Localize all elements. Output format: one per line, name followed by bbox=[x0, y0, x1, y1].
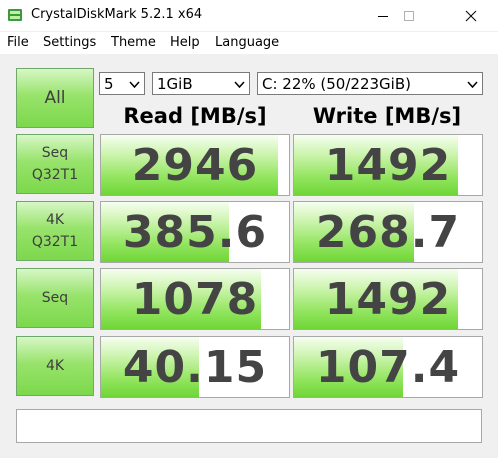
seq-label: Seq bbox=[41, 290, 69, 306]
title-bar: CrystalDiskMark 5.2.1 x64 bbox=[0, 0, 498, 31]
seq-q32t1-button[interactable]: Seq Q32T1 bbox=[16, 134, 94, 194]
menu-language[interactable]: Language bbox=[215, 35, 279, 50]
maximize-button[interactable] bbox=[386, 0, 432, 31]
menu-file[interactable]: File bbox=[7, 35, 29, 50]
seq-button[interactable]: Seq bbox=[16, 268, 94, 328]
menu-help[interactable]: Help bbox=[170, 35, 200, 50]
seq-write-result: 1492 bbox=[293, 268, 483, 330]
comment-field[interactable] bbox=[16, 409, 482, 443]
4k-button[interactable]: 4K bbox=[16, 336, 94, 396]
4k-q32t1-label: 4K Q32T1 bbox=[31, 212, 79, 250]
4k-q32t1-button[interactable]: 4K Q32T1 bbox=[16, 201, 94, 261]
result-value: 1078 bbox=[131, 273, 259, 325]
test-count-value: 5 bbox=[104, 75, 114, 93]
4k-label: 4K bbox=[45, 358, 65, 374]
drive-value: C: 22% (50/223GiB) bbox=[262, 75, 411, 93]
test-size-value: 1GiB bbox=[157, 75, 193, 93]
result-value: 1492 bbox=[324, 139, 452, 191]
all-button-label: All bbox=[44, 88, 66, 108]
seq-q32t1-write-result: 1492 bbox=[293, 134, 483, 196]
result-value: 107.4 bbox=[315, 341, 461, 393]
4k-read-result: 40.15 bbox=[100, 336, 290, 398]
result-value: 1492 bbox=[324, 273, 452, 325]
chevron-down-icon bbox=[129, 81, 140, 89]
4k-q32t1-write-result: 268.7 bbox=[293, 201, 483, 263]
window-title: CrystalDiskMark 5.2.1 x64 bbox=[31, 7, 203, 22]
seq-q32t1-label: Seq Q32T1 bbox=[31, 145, 79, 183]
result-value: 40.15 bbox=[122, 341, 268, 393]
drive-select[interactable]: C: 22% (50/223GiB) bbox=[257, 72, 483, 95]
chevron-down-icon bbox=[234, 81, 245, 89]
test-size-select[interactable]: 1GiB bbox=[152, 72, 250, 95]
menu-theme[interactable]: Theme bbox=[111, 35, 156, 50]
test-count-select[interactable]: 5 bbox=[99, 72, 145, 95]
result-value: 385.6 bbox=[122, 206, 268, 258]
app-disk-icon bbox=[8, 9, 22, 21]
4k-q32t1-read-result: 385.6 bbox=[100, 201, 290, 263]
write-column-header: Write [MB/s] bbox=[312, 104, 462, 128]
seq-read-result: 1078 bbox=[100, 268, 290, 330]
result-value: 2946 bbox=[131, 139, 259, 191]
4k-write-result: 107.4 bbox=[293, 336, 483, 398]
all-button[interactable]: All bbox=[16, 68, 94, 128]
seq-q32t1-read-result: 2946 bbox=[100, 134, 290, 196]
maximize-icon bbox=[404, 10, 414, 21]
chevron-down-icon bbox=[467, 81, 478, 89]
close-icon bbox=[465, 10, 477, 21]
read-column-header: Read [MB/s] bbox=[123, 104, 267, 128]
menu-settings[interactable]: Settings bbox=[43, 35, 96, 50]
result-value: 268.7 bbox=[315, 206, 461, 258]
menu-bar: File Settings Theme Help Language bbox=[0, 32, 498, 54]
close-button[interactable] bbox=[448, 0, 494, 31]
